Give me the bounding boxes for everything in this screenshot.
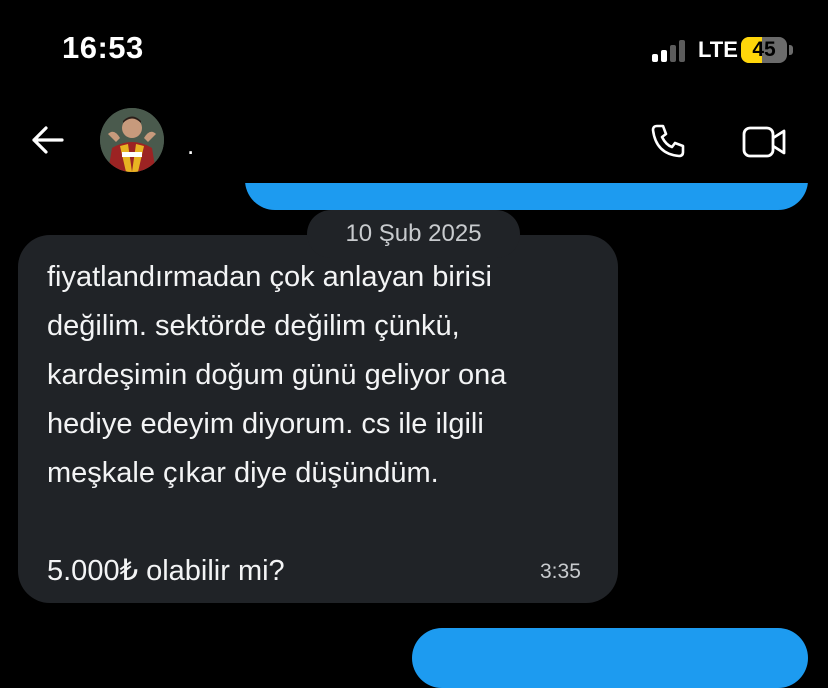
- battery-cap: [789, 45, 793, 55]
- incoming-message-bubble[interactable]: fiyatlandırmadan çok anlayan birisi deği…: [18, 235, 618, 603]
- video-call-button[interactable]: [741, 124, 787, 160]
- outgoing-message-bubble[interactable]: [412, 628, 808, 688]
- status-time-overlay: 16:53: [62, 30, 144, 65]
- avatar[interactable]: [100, 108, 164, 172]
- avatar-photo: [100, 108, 164, 172]
- battery-icon: 45: [741, 37, 787, 63]
- phone-icon: [651, 124, 685, 158]
- back-arrow-icon: [32, 126, 64, 154]
- network-type: LTE: [698, 37, 738, 62]
- message-timestamp: 3:35: [540, 560, 581, 583]
- voice-call-button[interactable]: [648, 121, 688, 161]
- message-text: fiyatlandırmadan çok anlayan birisi deği…: [47, 261, 507, 587]
- battery-percentage: 45: [752, 38, 776, 61]
- video-camera-icon: [742, 126, 786, 158]
- signal-strength-icon: [652, 38, 692, 62]
- contact-name[interactable]: .: [187, 130, 194, 161]
- date-separator: 10 Şub 2025: [307, 210, 520, 258]
- back-button[interactable]: [28, 120, 68, 160]
